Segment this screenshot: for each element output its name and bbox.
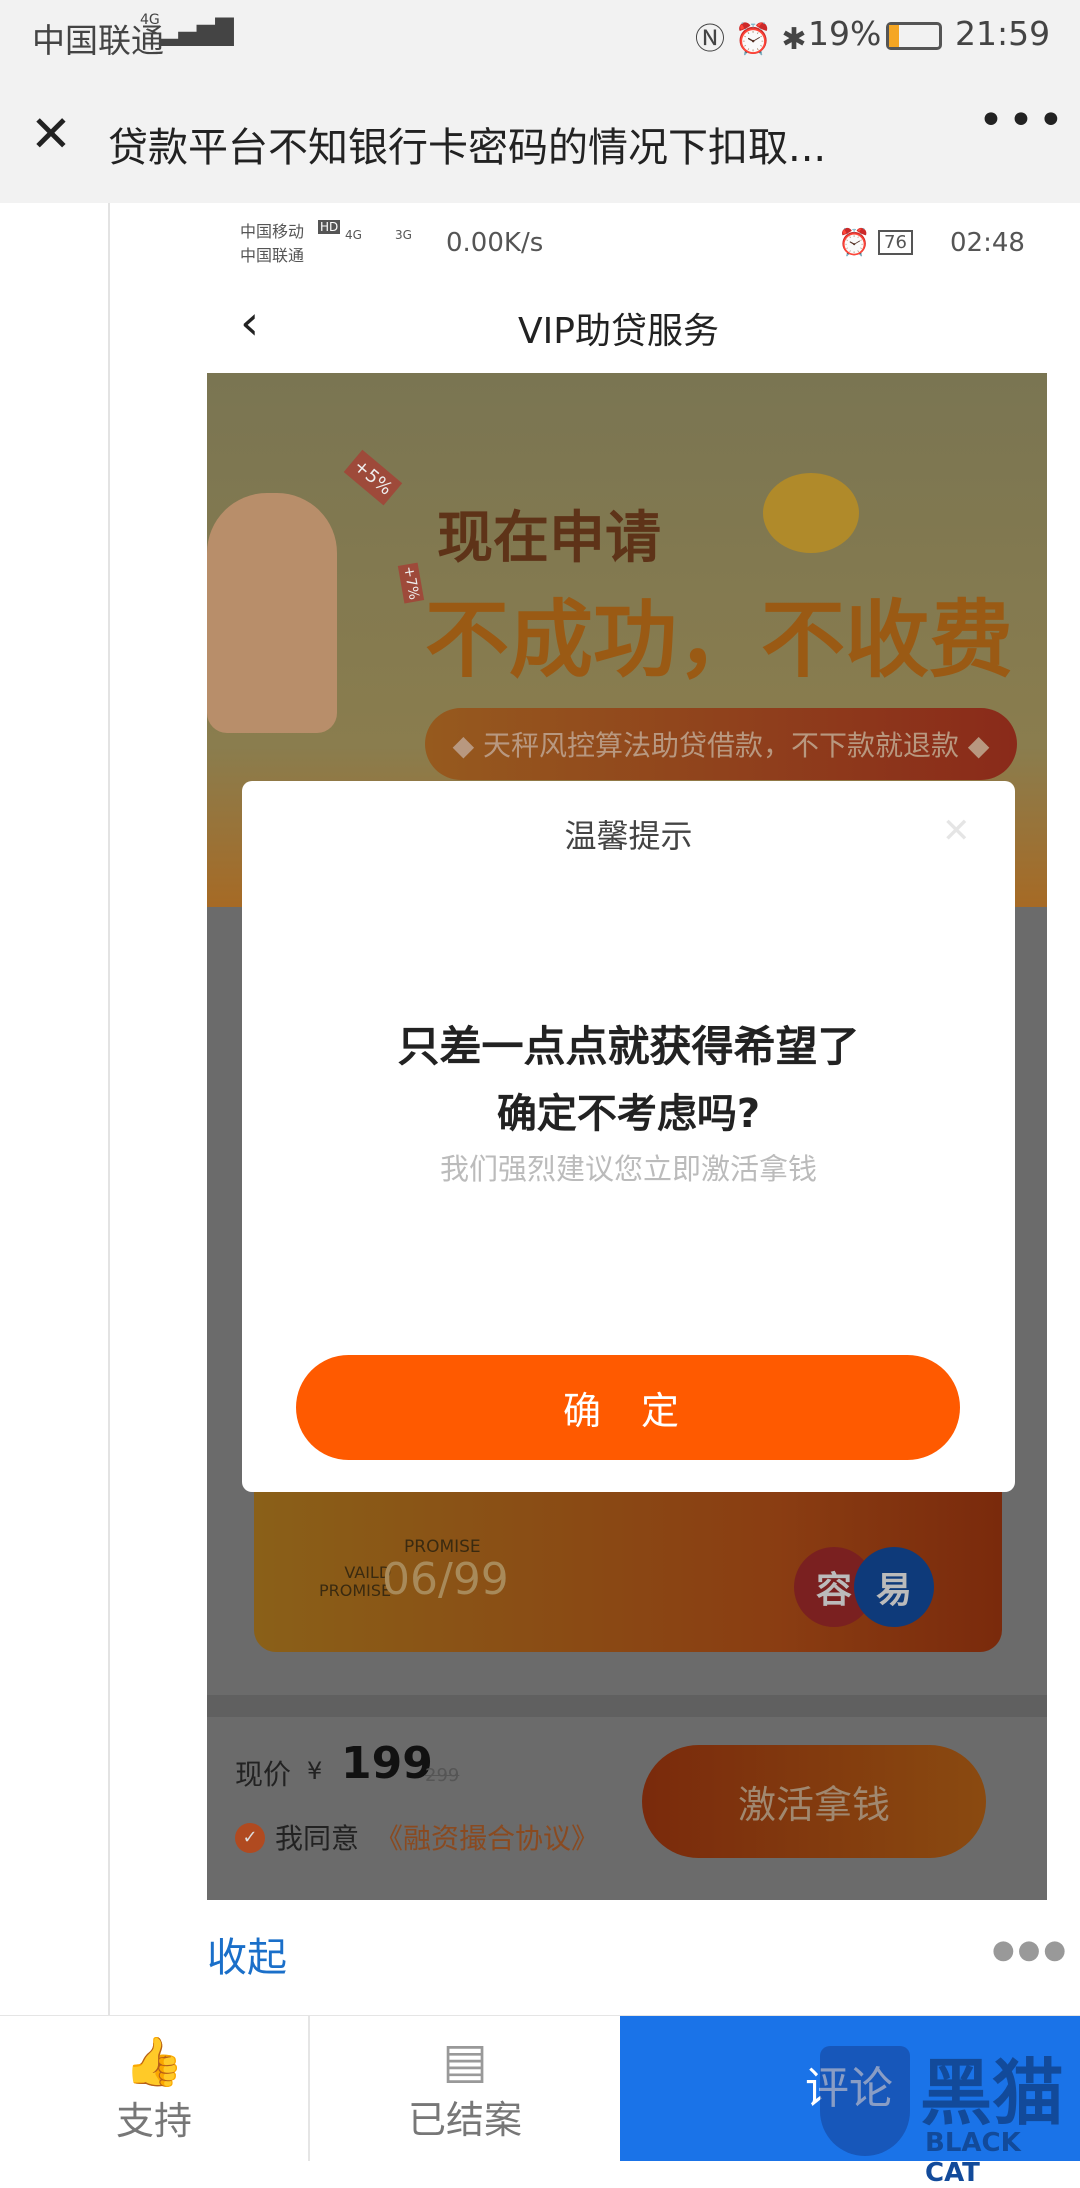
more-icon[interactable]: ●●● [992,1935,1069,1965]
banner-heading: 现在申请 [437,506,661,571]
thumbs-up-icon: 👍 [124,2033,184,2090]
network-type: 4G [140,12,160,28]
card-promise-label: PROMISE [319,1581,392,1600]
dialog-question: 确定不考虑吗? [496,1091,761,1137]
card-logo-right: 易 [854,1547,934,1627]
bottom-bar: 👍 支持 ▤ 已结案 评论 黑猫 BLACK CAT [0,2015,1080,2188]
activate-button[interactable]: 激活拿钱 [642,1745,986,1858]
price-value: 199 [341,1738,433,1789]
divider [207,1695,1047,1717]
close-icon[interactable]: ✕ [942,811,971,851]
price-original: 299 [425,1765,460,1786]
back-icon[interactable]: ‹ [240,295,259,351]
battery-icon [886,22,942,50]
banner-pill: ◆ 天秤风控算法助贷借款，不下款就退款 ◆ [425,708,1017,780]
closed-label: 已结案 [407,2098,522,2142]
confirm-button[interactable]: 确 定 [296,1355,960,1460]
agreement-link[interactable]: 《融资撮合协议》 [375,1817,599,1857]
banner-slogan: 不成功，不收费 [425,591,1014,689]
battery-percent: 19% [808,14,882,53]
inner-net-1: 4G [345,228,362,242]
inner-carrier-2: 中国联通 [240,246,305,265]
watermark-logo: 黑猫 [920,2051,1065,2135]
close-icon[interactable]: ✕ [30,105,72,163]
document-icon: ▤ [442,2033,488,2089]
coin-icon [763,473,859,553]
agree-label: 我同意 [275,1822,360,1855]
divider [108,203,110,2015]
support-button[interactable]: 👍 支持 [0,2016,310,2161]
card-valid: VAILD PROMISE [319,1564,391,1600]
closed-button[interactable]: ▤ 已结案 [310,2016,620,2161]
more-icon[interactable]: ••• [978,95,1068,146]
collapse-link[interactable]: 收起 [207,1925,287,1983]
vip-card: PROMISE VAILD PROMISE 06/99 容 易 [254,1492,1002,1652]
inner-status-bar: 中国移动 中国联通 [240,218,304,266]
inner-page-title: VIP助贷服务 [518,311,719,352]
price-currency: ¥ [307,1757,323,1785]
cartoon-boy-image [207,493,337,733]
inner-speed: 0.00K/s [446,228,544,258]
status-bar: 中国联通 4G ▂▄▆█ Ⓝ ⏰ ✱ 19% 21:59 [0,0,1080,75]
tag-7pct: +7% [397,562,425,604]
inner-clock: 02:48 [950,228,1025,258]
tip-dialog: 温馨提示 ✕ 只差一点点就获得希望了 确定不考虑吗? 我们强烈建议您立即激活拿钱… [242,781,1015,1492]
dialog-title: 温馨提示 [564,817,693,855]
dialog-message: 只差一点点就获得希望了 [397,1022,860,1071]
inner-carrier-1: 中国移动 [240,222,305,241]
alarm-icon: ⏰ [838,228,871,258]
checkbox-checked-icon[interactable]: ✓ [235,1823,265,1853]
signal-icon: ▂▄▆█ [160,18,234,46]
dialog-subtitle: 我们强烈建议您立即激活拿钱 [439,1152,817,1186]
card-date: 06/99 [382,1554,509,1605]
comment-button[interactable]: 评论 黑猫 BLACK CAT [620,2016,1080,2188]
watermark-logo-en: BLACK CAT [925,2128,1021,2188]
title-bar: ✕ 贷款平台不知银行卡密码的情况下扣取... ••• [0,75,1080,203]
hd-badge: HD [318,220,341,234]
inner-net-2: 3G [395,228,412,242]
nfc-icon: Ⓝ ⏰ ✱ [695,22,807,57]
black-cat-shield-logo [820,2046,910,2156]
page-title: 贷款平台不知银行卡密码的情况下扣取... [108,125,827,171]
tag-5pct: +5% [343,449,402,506]
clock: 21:59 [955,14,1051,53]
inner-battery: 76 [878,230,913,255]
price-label: 现价 [235,1758,292,1791]
support-label: 支持 [115,2098,192,2143]
